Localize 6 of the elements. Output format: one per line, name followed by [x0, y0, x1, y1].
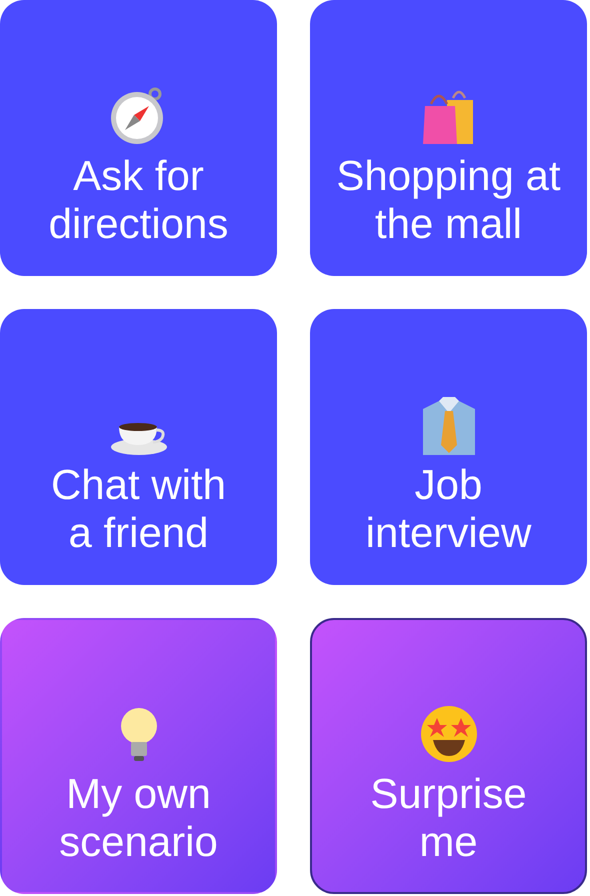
scenario-card[interactable]: My own scenario — [0, 618, 277, 894]
scenario-card[interactable]: Ask for directions — [0, 0, 277, 276]
scenario-card[interactable]: Surprise me — [310, 618, 587, 894]
scenario-card[interactable]: Chat with a friend — [0, 309, 277, 585]
scenario-card[interactable]: Shopping at the mall — [310, 0, 587, 276]
scenario-card[interactable]: Job interview — [310, 309, 587, 585]
